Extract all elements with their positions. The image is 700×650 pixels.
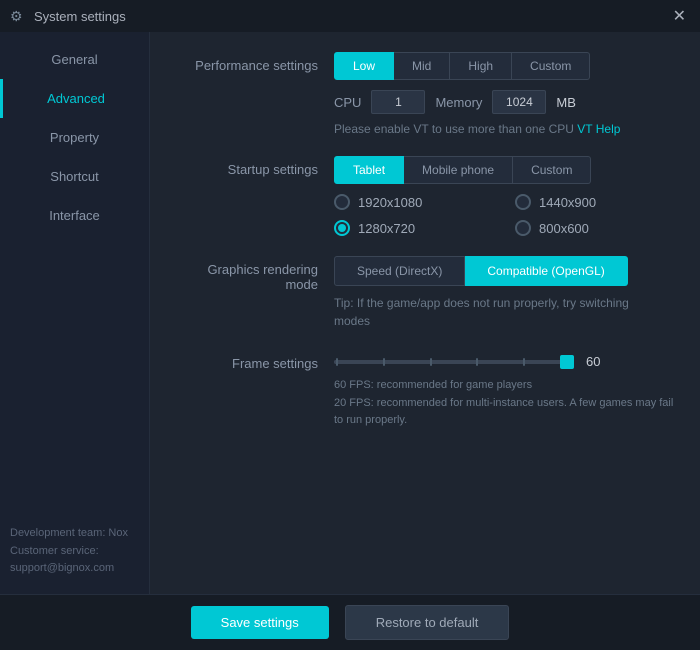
radio-circle-1440	[515, 194, 531, 210]
graphics-tip: Tip: If the game/app does not run proper…	[334, 294, 654, 330]
customer-service-label: Customer service:	[10, 543, 139, 561]
resolution-label-1440: 1440x900	[539, 195, 596, 210]
sidebar-item-interface[interactable]: Interface	[0, 196, 149, 235]
bottom-bar: Save settings Restore to default	[0, 594, 700, 650]
startup-controls: Tablet Mobile phone Custom 1920x1080 144…	[334, 156, 676, 236]
sidebar-item-advanced[interactable]: Advanced	[0, 79, 149, 118]
render-btn-group: Speed (DirectX) Compatible (OpenGL)	[334, 256, 676, 286]
frame-settings-row: Frame settings	[174, 350, 676, 430]
tick-3	[430, 358, 432, 366]
startup-settings-row: Startup settings Tablet Mobile phone Cus…	[174, 156, 676, 236]
slider-thumb[interactable]	[560, 355, 574, 369]
vt-help-link[interactable]: VT Help	[577, 122, 620, 136]
cpu-label: CPU	[334, 95, 361, 110]
resolution-label-1920: 1920x1080	[358, 195, 422, 210]
vt-text-row: Please enable VT to use more than one CP…	[334, 122, 676, 136]
sidebar-footer: Development team: Nox Customer service: …	[0, 509, 149, 594]
radio-circle-800	[515, 220, 531, 236]
graphics-settings-row: Graphics rendering mode Speed (DirectX) …	[174, 256, 676, 330]
resolution-1280x720[interactable]: 1280x720	[334, 220, 495, 236]
memory-input[interactable]	[492, 90, 546, 114]
startup-btn-group: Tablet Mobile phone Custom	[334, 156, 676, 184]
cpu-input[interactable]	[371, 90, 425, 114]
tick-5	[523, 358, 525, 366]
startup-custom-button[interactable]: Custom	[513, 156, 591, 184]
resolution-label-800: 800x600	[539, 221, 589, 236]
content-area: Performance settings Low Mid High Custom…	[150, 32, 700, 594]
sidebar: General Advanced Property Shortcut Inter…	[0, 32, 150, 594]
performance-mid-button[interactable]: Mid	[394, 52, 450, 80]
sidebar-item-shortcut[interactable]: Shortcut	[0, 157, 149, 196]
vt-message: Please enable VT to use more than one CP…	[334, 122, 574, 136]
graphics-controls: Speed (DirectX) Compatible (OpenGL) Tip:…	[334, 256, 676, 330]
resolution-grid: 1920x1080 1440x900 1280x720 800x600	[334, 194, 676, 236]
sidebar-item-property[interactable]: Property	[0, 118, 149, 157]
frame-label: Frame settings	[174, 350, 334, 371]
resolution-label-1280: 1280x720	[358, 221, 415, 236]
graphics-label: Graphics rendering mode	[174, 256, 334, 292]
support-email: support@bignox.com	[10, 560, 139, 578]
dev-team-text: Development team: Nox	[10, 525, 139, 543]
render-opengl-button[interactable]: Compatible (OpenGL)	[465, 256, 627, 286]
sidebar-item-general[interactable]: General	[0, 40, 149, 79]
title-bar: ⚙ System settings ✕	[0, 0, 700, 32]
window-title: System settings	[34, 9, 669, 24]
frame-note-20fps: 20 FPS: recommended for multi-instance u…	[334, 395, 676, 430]
main-layout: General Advanced Property Shortcut Inter…	[0, 32, 700, 594]
performance-label: Performance settings	[174, 52, 334, 73]
render-directx-button[interactable]: Speed (DirectX)	[334, 256, 465, 286]
close-button[interactable]: ✕	[669, 6, 690, 26]
performance-btn-group: Low Mid High Custom	[334, 52, 676, 80]
performance-controls: Low Mid High Custom CPU Memory MB Please…	[334, 52, 676, 136]
frame-note-60fps: 60 FPS: recommended for game players	[334, 377, 676, 395]
startup-mobile-button[interactable]: Mobile phone	[404, 156, 513, 184]
radio-circle-1920	[334, 194, 350, 210]
cpu-memory-row: CPU Memory MB	[334, 90, 676, 114]
slider-ticks	[334, 358, 574, 366]
frame-value: 60	[586, 354, 600, 369]
restore-default-button[interactable]: Restore to default	[345, 605, 510, 640]
resolution-1920x1080[interactable]: 1920x1080	[334, 194, 495, 210]
gear-icon: ⚙	[10, 8, 26, 24]
radio-circle-1280	[334, 220, 350, 236]
tick-4	[476, 358, 478, 366]
startup-label: Startup settings	[174, 156, 334, 177]
frame-note: 60 FPS: recommended for game players 20 …	[334, 377, 676, 430]
frame-slider-row: 60	[334, 354, 676, 369]
tick-2	[383, 358, 385, 366]
frame-controls: 60 60 FPS: recommended for game players …	[334, 350, 676, 430]
memory-label: Memory	[435, 95, 482, 110]
performance-low-button[interactable]: Low	[334, 52, 394, 80]
frame-slider-track[interactable]	[334, 360, 574, 364]
performance-settings-row: Performance settings Low Mid High Custom…	[174, 52, 676, 136]
startup-tablet-button[interactable]: Tablet	[334, 156, 404, 184]
save-settings-button[interactable]: Save settings	[191, 606, 329, 639]
memory-unit: MB	[556, 95, 576, 110]
performance-high-button[interactable]: High	[450, 52, 512, 80]
tick-1	[336, 358, 338, 366]
performance-custom-button[interactable]: Custom	[512, 52, 590, 80]
resolution-1440x900[interactable]: 1440x900	[515, 194, 676, 210]
resolution-800x600[interactable]: 800x600	[515, 220, 676, 236]
